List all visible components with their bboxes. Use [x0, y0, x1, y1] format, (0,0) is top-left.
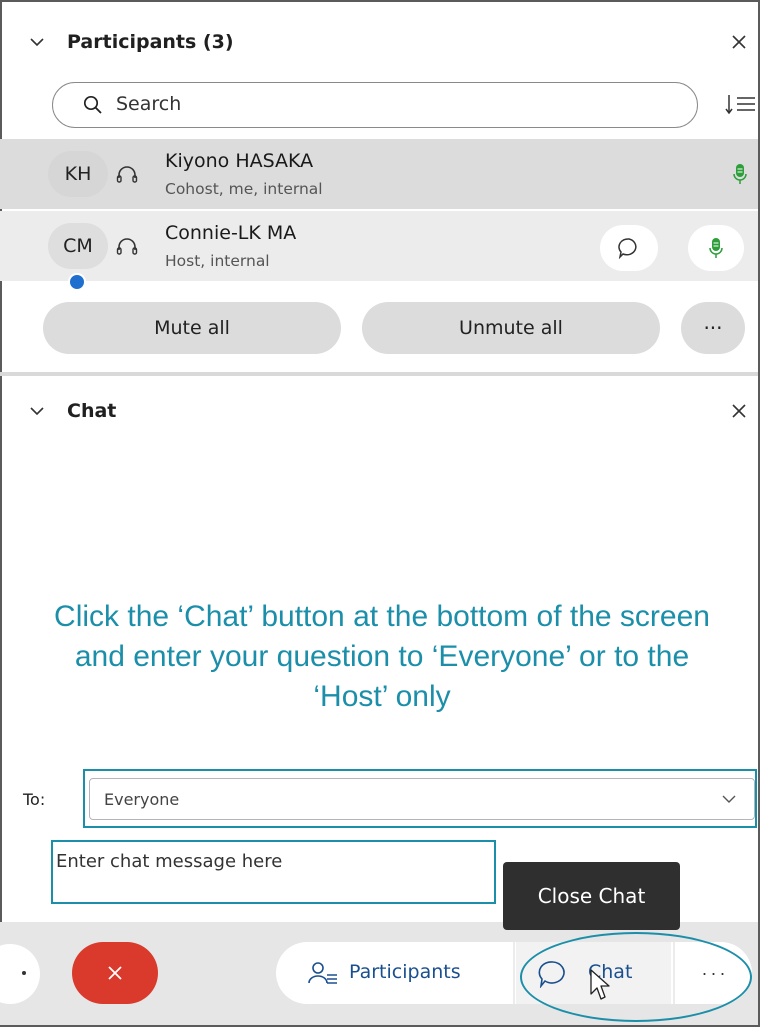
sort-icon[interactable] — [725, 93, 757, 115]
chat-header[interactable]: Chat — [0, 391, 760, 431]
participant-row[interactable]: KH Kiyono HASAKA Cohost, me, internal — [0, 139, 758, 209]
presence-status-icon — [68, 273, 86, 291]
more-options-button[interactable]: ··· — [681, 302, 745, 354]
dot-icon — [22, 971, 26, 975]
participants-title: Participants (3) — [67, 31, 234, 53]
mute-all-button[interactable]: Mute all — [43, 302, 341, 354]
cursor-icon — [590, 969, 610, 1000]
toolbar-divider — [513, 942, 515, 1004]
toolbar-divider — [673, 942, 675, 1004]
private-chat-button[interactable] — [600, 225, 658, 271]
close-chat-tooltip: Close Chat — [503, 862, 680, 930]
close-icon[interactable] — [730, 402, 748, 420]
chat-bubble-icon — [618, 238, 637, 259]
headset-icon — [116, 166, 138, 183]
more-options-button[interactable]: ··· — [678, 942, 752, 1004]
search-icon — [83, 95, 102, 114]
participants-button[interactable]: Participants — [276, 942, 512, 1004]
headset-icon — [116, 238, 138, 255]
participants-header[interactable]: Participants (3) — [0, 22, 760, 62]
microphone-icon — [709, 238, 723, 258]
end-call-button[interactable] — [72, 942, 158, 1004]
participant-name: Connie-LK MA — [165, 222, 297, 244]
bottom-toolbar: Participants Chat ··· — [0, 922, 758, 1025]
participant-role: Cohost, me, internal — [165, 180, 323, 198]
close-icon[interactable] — [730, 33, 748, 51]
microphone-icon[interactable] — [733, 163, 747, 185]
chat-title: Chat — [67, 400, 117, 422]
instruction-text: Click the ‘Chat’ button at the bottom of… — [54, 600, 710, 713]
chevron-down-icon[interactable] — [30, 404, 44, 418]
partial-button[interactable] — [0, 944, 40, 1004]
participant-role: Host, internal — [165, 252, 270, 270]
chevron-down-icon[interactable] — [30, 35, 44, 49]
participants-icon — [308, 962, 337, 984]
avatar: KH — [48, 151, 108, 197]
section-divider — [0, 372, 758, 376]
toolbar-group: Participants Chat ··· — [276, 942, 752, 1004]
participants-button-label: Participants — [349, 961, 461, 983]
chat-message-input[interactable]: Enter chat message here — [51, 840, 496, 904]
search-input[interactable]: Search — [52, 82, 698, 128]
search-placeholder: Search — [116, 93, 182, 115]
participant-row[interactable]: CM Connie-LK MA Host, internal — [0, 211, 758, 281]
chat-message-placeholder: Enter chat message here — [56, 851, 283, 872]
to-label: To: — [23, 790, 46, 809]
avatar: CM — [48, 223, 108, 269]
mute-participant-button[interactable] — [688, 225, 744, 271]
unmute-all-button[interactable]: Unmute all — [362, 302, 660, 354]
chat-bubble-icon — [538, 961, 565, 988]
participant-name: Kiyono HASAKA — [165, 150, 314, 172]
highlight-outline — [83, 769, 757, 828]
end-call-icon — [108, 966, 122, 980]
